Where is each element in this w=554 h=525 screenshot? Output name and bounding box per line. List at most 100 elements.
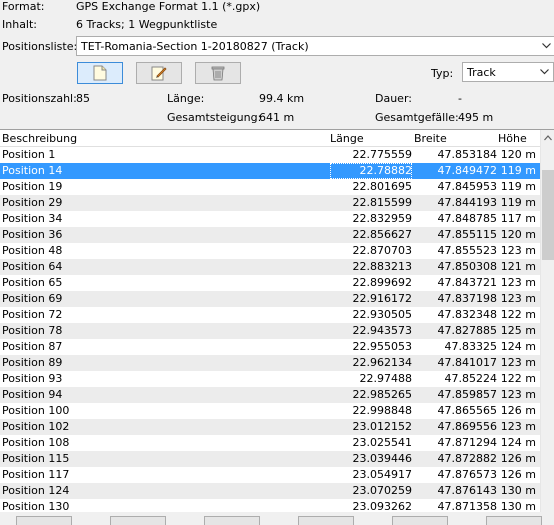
format-label: Format: <box>2 0 45 13</box>
table-row[interactable]: Position 94 22.985265 47.859857 123 m <box>0 387 540 403</box>
cell-altitude: 117 m <box>500 212 536 225</box>
cell-latitude: 47.859857 <box>437 388 498 401</box>
cell-altitude: 122 m <box>500 372 536 385</box>
cell-latitude: 47.827885 <box>437 324 498 337</box>
chevron-down-icon <box>542 43 551 49</box>
position-table[interactable]: Beschreibung Länge Breite Höhe Position … <box>0 129 554 512</box>
bottom-button-3[interactable] <box>204 516 260 525</box>
count-value: 85 <box>76 92 90 105</box>
cell-description: Position 115 <box>2 452 70 465</box>
cell-latitude: 47.837198 <box>437 292 498 305</box>
ascent-value: 641 m <box>259 111 295 124</box>
cell-longitude: 22.998848 <box>352 404 413 417</box>
cell-altitude: 130 m <box>500 484 536 497</box>
edit-icon <box>151 66 167 81</box>
cell-longitude: 22.97488 <box>359 372 413 385</box>
scroll-up-icon[interactable] <box>541 130 554 146</box>
table-row[interactable]: Position 102 23.012152 47.869556 123 m <box>0 419 540 435</box>
cell-longitude: 23.039446 <box>352 452 413 465</box>
cell-latitude: 47.869556 <box>437 420 498 433</box>
delete-button[interactable] <box>195 62 241 84</box>
column-header-altitude[interactable]: Höhe <box>498 132 527 145</box>
scrollbar-thumb[interactable] <box>542 170 554 260</box>
cell-latitude: 47.865565 <box>437 404 498 417</box>
cell-description: Position 124 <box>2 484 70 497</box>
cell-longitude: 22.943573 <box>352 324 413 337</box>
vertical-scrollbar[interactable] <box>540 130 554 512</box>
edit-button[interactable] <box>136 62 182 84</box>
cell-latitude: 47.849472 <box>437 164 498 177</box>
cell-description: Position 89 <box>2 356 63 369</box>
cell-altitude: 120 m <box>500 148 536 161</box>
cell-description: Position 100 <box>2 404 70 417</box>
table-row[interactable]: Position 72 22.930505 47.832348 122 m <box>0 307 540 323</box>
cell-description: Position 72 <box>2 308 63 321</box>
table-row[interactable]: Position 117 23.054917 47.876573 126 m <box>0 467 540 483</box>
cell-latitude: 47.843721 <box>437 276 498 289</box>
cell-description: Position 29 <box>2 196 63 209</box>
length-value: 99.4 km <box>259 92 305 105</box>
cell-altitude: 123 m <box>500 420 536 433</box>
type-select[interactable]: Track <box>462 62 554 82</box>
cell-longitude: 22.775559 <box>352 148 413 161</box>
table-row[interactable]: Position 64 22.883213 47.850308 121 m <box>0 259 540 275</box>
cell-description: Position 93 <box>2 372 63 385</box>
table-row[interactable]: Position 100 22.998848 47.865565 126 m <box>0 403 540 419</box>
table-row[interactable]: Position 78 22.943573 47.827885 125 m <box>0 323 540 339</box>
table-row[interactable]: Position 19 22.801695 47.845953 119 m <box>0 179 540 195</box>
bottom-button-5[interactable] <box>392 516 448 525</box>
table-row[interactable]: Position 124 23.070259 47.876143 130 m <box>0 483 540 499</box>
table-row[interactable]: Position 34 22.832959 47.848785 117 m <box>0 211 540 227</box>
table-row[interactable]: Position 14 22.78882 47.849472 119 m <box>0 163 540 179</box>
bottom-button-6[interactable] <box>486 516 542 525</box>
cell-altitude: 122 m <box>500 308 536 321</box>
column-header-description[interactable]: Beschreibung <box>2 132 77 145</box>
table-row[interactable]: Position 36 22.856627 47.855115 120 m <box>0 227 540 243</box>
table-row[interactable]: Position 65 22.899692 47.843721 123 m <box>0 275 540 291</box>
cell-description: Position 78 <box>2 324 63 337</box>
column-header-latitude[interactable]: Breite <box>414 132 447 145</box>
column-header-longitude[interactable]: Länge <box>330 132 364 145</box>
cell-altitude: 124 m <box>500 436 536 449</box>
cell-latitude: 47.871294 <box>437 436 498 449</box>
bottom-button-1[interactable] <box>16 516 72 525</box>
cell-latitude: 47.871358 <box>437 500 498 512</box>
cell-longitude: 22.899692 <box>352 276 413 289</box>
cell-altitude: 120 m <box>500 228 536 241</box>
cell-longitude: 22.815599 <box>352 196 413 209</box>
table-row[interactable]: Position 93 22.97488 47.85224 122 m <box>0 371 540 387</box>
cell-longitude: 23.070259 <box>352 484 413 497</box>
bottom-button-2[interactable] <box>110 516 166 525</box>
cell-latitude: 47.850308 <box>437 260 498 273</box>
cell-description: Position 117 <box>2 468 70 481</box>
cell-latitude: 47.876573 <box>437 468 498 481</box>
descent-value: 495 m <box>458 111 494 124</box>
cell-altitude: 119 m <box>500 164 536 177</box>
table-row[interactable]: Position 1 22.775559 47.853184 120 m <box>0 147 540 163</box>
table-row[interactable]: Position 108 23.025541 47.871294 124 m <box>0 435 540 451</box>
poslist-select[interactable]: TET-Romania-Section 1-20180827 (Track) <box>76 36 554 56</box>
cell-longitude: 22.78882 <box>359 164 413 177</box>
ascent-label: Gesamtsteigung: <box>167 111 262 124</box>
table-row[interactable]: Position 48 22.870703 47.855523 123 m <box>0 243 540 259</box>
cell-latitude: 47.85224 <box>444 372 498 385</box>
poslist-label: Positionsliste: <box>2 40 78 53</box>
table-row[interactable]: Position 29 22.815599 47.844193 119 m <box>0 195 540 211</box>
cell-altitude: 121 m <box>500 260 536 273</box>
cell-longitude: 22.930505 <box>352 308 413 321</box>
table-row[interactable]: Position 69 22.916172 47.837198 123 m <box>0 291 540 307</box>
cell-latitude: 47.853184 <box>437 148 498 161</box>
new-button[interactable] <box>77 62 123 84</box>
bottom-button-4[interactable] <box>298 516 354 525</box>
cell-altitude: 130 m <box>500 500 536 512</box>
table-row[interactable]: Position 87 22.955053 47.83325 124 m <box>0 339 540 355</box>
table-row[interactable]: Position 115 23.039446 47.872882 126 m <box>0 451 540 467</box>
cell-latitude: 47.855523 <box>437 244 498 257</box>
cell-description: Position 94 <box>2 388 63 401</box>
cell-description: Position 14 <box>2 164 63 177</box>
cell-description: Position 102 <box>2 420 70 433</box>
table-row[interactable]: Position 130 23.093262 47.871358 130 m <box>0 499 540 512</box>
count-label: Positionszahl: <box>2 92 77 105</box>
cell-latitude: 47.845953 <box>437 180 498 193</box>
table-row[interactable]: Position 89 22.962134 47.841017 123 m <box>0 355 540 371</box>
